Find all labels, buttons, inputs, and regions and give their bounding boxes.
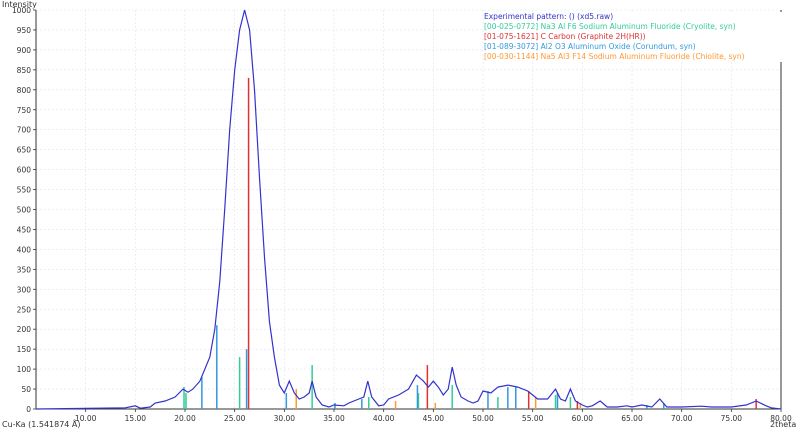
x-tick-label: 40.00 [373,414,395,423]
y-tick-label: 950 [17,26,32,35]
x-tick-label: 65.00 [621,414,643,423]
legend-item-corundum: [01-089-3072] Al2 O3 Aluminum Oxide (Cor… [484,42,696,51]
x-tick-label: 20.00 [174,414,196,423]
y-tick-label: 350 [17,265,32,274]
x-tick-label: 15.00 [125,414,147,423]
x-tick-label: 30.00 [274,414,296,423]
y-tick-label: 600 [17,166,32,175]
x-tick-label: 45.00 [423,414,445,423]
y-tick-label: 200 [17,325,32,334]
y-tick-label: 700 [17,126,32,135]
x-tick-label: 25.00 [224,414,246,423]
y-axis-label: Intensity [2,0,37,9]
legend: Experimental pattern: () (xd5.raw) [00-0… [484,12,782,62]
y-tick-label: 750 [17,106,32,115]
legend-item-chiolite: [00-030-1144] Na5 Al3 F14 Sodium Aluminu… [484,52,745,61]
y-tick-label: 550 [17,186,32,195]
legend-item-experimental: Experimental pattern: () (xd5.raw) [484,12,614,21]
x-tick-label: 75.00 [721,414,743,423]
x-tick-label: 70.00 [671,414,693,423]
x-tick-label: 55.00 [522,414,544,423]
y-tick-label: 850 [17,66,32,75]
y-tick-label: 0 [26,405,31,414]
y-tick-label: 500 [17,206,32,215]
y-tick-label: 300 [17,285,32,294]
y-tick-label: 900 [17,46,32,55]
xrd-chart: 0 50 100 150 200 250 300 350 400 450 500 550 600 650 7… [12,6,792,423]
y-tick-label: 650 [17,146,32,155]
y-tick-label: 150 [17,345,32,354]
y-tick-label: 400 [17,245,32,254]
x-tick-label: 35.00 [323,414,345,423]
wavelength-label: Cu-Ka (1.541874 Å) [2,420,81,429]
y-tick-label: 250 [17,305,32,314]
x-axis-label: 2theta [770,420,797,429]
y-tick-label: 50 [21,385,31,394]
x-tick-label: 50.00 [472,414,494,423]
x-tick-label: 60.00 [572,414,594,423]
legend-item-cryolite: [00-025-0772] Na3 Al F6 Sodium Aluminum … [484,22,736,31]
legend-item-graphite: [01-075-1621] C Carbon (Graphite 2H(HR)) [484,32,646,41]
y-tick-label: 100 [17,365,32,374]
y-tick-label: 800 [17,86,32,95]
y-tick-label: 450 [17,225,32,234]
